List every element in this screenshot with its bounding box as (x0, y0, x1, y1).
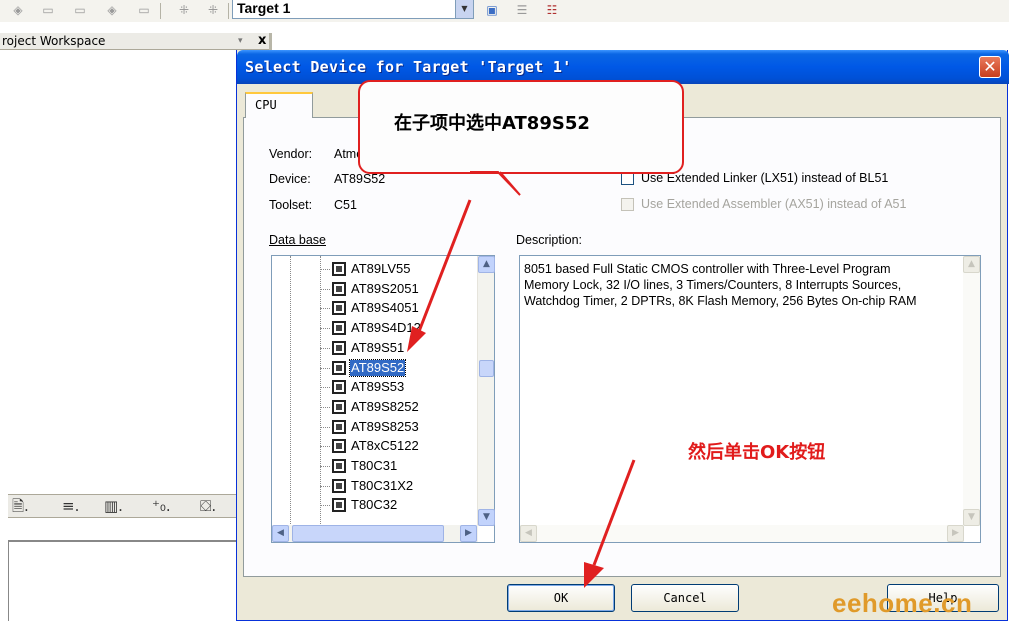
arrow-to-device (416, 199, 472, 335)
arrow-to-ok (592, 459, 636, 566)
arrowhead-icon (584, 562, 604, 588)
arrowhead-icon (407, 326, 426, 352)
watermark: eehome.cn (832, 588, 973, 618)
callout-tail (470, 171, 521, 196)
tab-cpu[interactable]: CPU (245, 92, 313, 118)
annotation-arrows (407, 171, 636, 588)
